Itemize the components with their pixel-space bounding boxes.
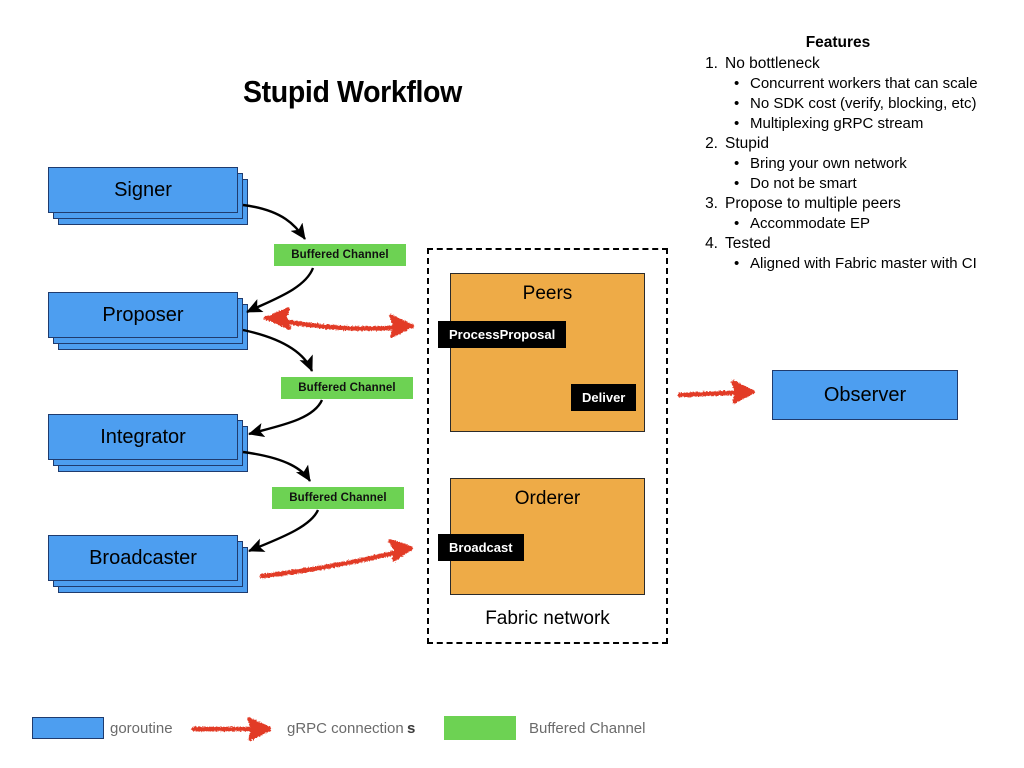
feature-item: 1. No bottleneck	[694, 54, 1024, 74]
feature-item: 4. Tested	[694, 234, 1024, 254]
bullet-icon: •	[734, 175, 740, 192]
feature-subitem-text: Bring your own network	[750, 155, 907, 172]
goroutine-proposer[interactable]: Proposer	[48, 292, 248, 350]
stack-layer-front	[48, 167, 238, 213]
buffered-channel-2: Buffered Channel	[281, 377, 413, 399]
feature-subitem: • Aligned with Fabric master with CI	[694, 254, 1024, 274]
feature-subitem: • Multiplexing gRPC stream	[694, 114, 1024, 134]
legend-label-channel: Buffered Channel	[529, 720, 646, 737]
feature-subitem-text: Concurrent workers that can scale	[750, 75, 978, 92]
feature-subitem: • No SDK cost (verify, blocking, etc)	[694, 94, 1024, 114]
feature-text: Propose to multiple peers	[725, 195, 901, 212]
stack-layer-front	[48, 414, 238, 460]
feature-item: 2. Stupid	[694, 134, 1024, 154]
buffered-channel-1: Buffered Channel	[274, 244, 406, 266]
legend-label-grpc-suffix: s	[407, 720, 416, 737]
observer-box[interactable]: Observer	[772, 370, 958, 420]
bullet-icon: •	[734, 95, 740, 112]
goroutine-broadcaster[interactable]: Broadcaster	[48, 535, 248, 593]
legend-swatch-channel	[444, 716, 516, 740]
feature-subitem: • Bring your own network	[694, 154, 1024, 174]
observer-label: Observer	[823, 383, 907, 406]
legend-label-goroutine: goroutine	[110, 720, 173, 737]
features-panel: Features 1. No bottleneck • Concurrent work…	[694, 34, 1024, 274]
feature-number: 1.	[705, 55, 718, 72]
feature-subitem: • Concurrent workers that can scale	[694, 74, 1024, 94]
process-proposal-endpoint[interactable]: ProcessProposal	[438, 321, 567, 348]
deliver-endpoint[interactable]: Deliver	[571, 384, 637, 411]
bullet-icon: •	[734, 155, 740, 172]
feature-subitem-text: Aligned with Fabric master with CI	[750, 255, 977, 272]
feature-item: 3. Propose to multiple peers	[694, 194, 1024, 214]
stack-layer-front	[48, 292, 238, 338]
feature-subitem-text: No SDK cost (verify, blocking, etc)	[750, 95, 977, 112]
bullet-icon: •	[734, 215, 740, 232]
feature-subitem-text: Multiplexing gRPC stream	[750, 115, 924, 132]
page-title: Stupid Workflow	[243, 74, 462, 109]
legend-label-grpc: gRPC connection	[287, 720, 404, 737]
features-heading: Features	[805, 34, 871, 51]
orderer-title: Orderer	[514, 488, 581, 509]
feature-number: 4.	[705, 235, 718, 252]
features-list: 1. No bottleneck • Concurrent workers that …	[694, 54, 1024, 274]
goroutine-integrator[interactable]: Integrator	[48, 414, 248, 472]
feature-text: No bottleneck	[725, 55, 820, 72]
peers-title: Peers	[522, 283, 573, 304]
buffered-channel-3: Buffered Channel	[272, 487, 404, 509]
legend-grpc-arrow	[191, 717, 272, 741]
feature-text: Stupid	[725, 135, 769, 152]
feature-subitem: • Accommodate EP	[694, 214, 1024, 234]
diagram-canvas: Stupid Workflow Fabric network Peers Pro…	[0, 0, 1024, 768]
goroutine-signer[interactable]: Signer	[48, 167, 248, 225]
feature-number: 3.	[705, 195, 718, 212]
feature-text: Tested	[725, 235, 771, 252]
bullet-icon: •	[734, 115, 740, 132]
stack-layer-front	[48, 535, 238, 581]
bullet-icon: •	[734, 75, 740, 92]
feature-subitem-text: Do not be smart	[750, 175, 857, 192]
feature-number: 2.	[705, 135, 718, 152]
legend-swatch-goroutine	[32, 717, 104, 739]
bullet-icon: •	[734, 255, 740, 272]
fabric-network-label: Fabric network	[485, 608, 610, 629]
feature-subitem-text: Accommodate EP	[750, 215, 871, 232]
broadcast-endpoint[interactable]: Broadcast	[438, 534, 524, 561]
feature-subitem: • Do not be smart	[694, 174, 1024, 194]
